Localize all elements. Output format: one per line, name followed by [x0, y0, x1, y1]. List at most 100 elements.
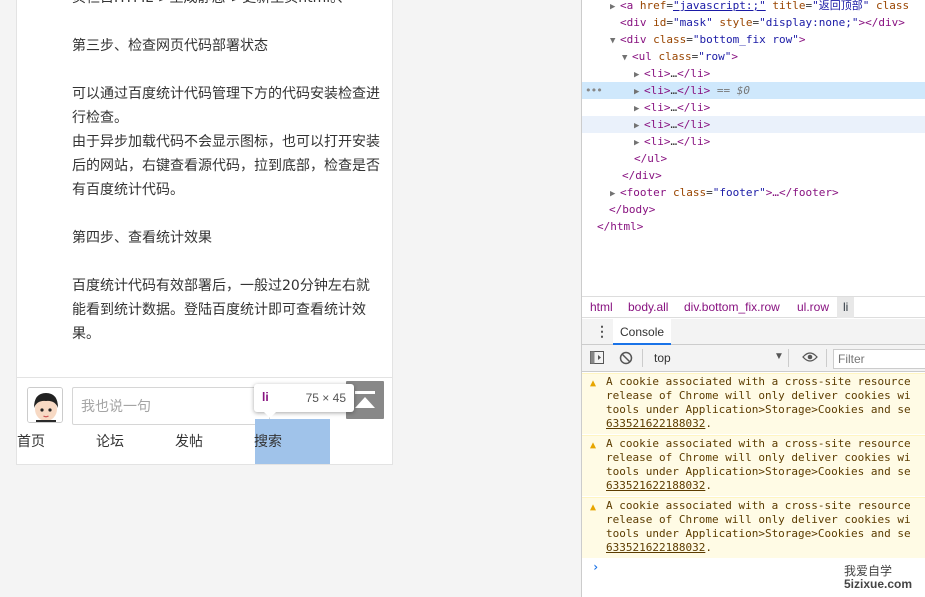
warning-text: . — [705, 417, 712, 430]
console-warning: ▲ A cookie associated with a cross-site … — [582, 497, 925, 558]
breadcrumb-body[interactable]: body.all — [628, 297, 668, 318]
warning-icon: ▲ — [590, 440, 597, 451]
dom-node-ul[interactable]: ▼ <ul class="row"> — [582, 48, 925, 65]
warning-text: A cookie associated with a cross-site re… — [606, 499, 911, 512]
nav-search[interactable]: 搜索 — [254, 419, 282, 464]
dom-close-div[interactable]: </div> — [582, 167, 925, 184]
dom-tag: <li> — [644, 101, 671, 114]
dom-tag: <div — [620, 33, 647, 46]
warning-text: release of Chrome will only deliver cook… — [606, 389, 911, 402]
warning-link[interactable]: 633521622188032 — [606, 479, 705, 492]
dom-tag: <div — [620, 16, 647, 29]
attr-name: class — [672, 186, 707, 199]
attr-value: "返回顶部" — [812, 0, 870, 12]
attr-value: "bottom_fix row" — [692, 33, 799, 46]
warning-link[interactable]: 633521622188032 — [606, 417, 705, 430]
sidebar-toggle-icon[interactable] — [590, 351, 604, 367]
dom-tag: </li> — [677, 135, 711, 148]
dom-tag: </html> — [597, 220, 644, 233]
clear-console-icon[interactable] — [619, 351, 633, 368]
warning-link[interactable]: 633521622188032 — [606, 541, 705, 554]
tooltip-arrow — [264, 412, 276, 418]
toolbar-divider — [826, 349, 827, 367]
dom-tag: <li> — [644, 118, 671, 131]
dom-tag: <li> — [644, 84, 671, 97]
bottom-nav: 首页 论坛 发帖 搜索 — [17, 419, 392, 464]
dom-tag: </li> — [677, 84, 711, 97]
console-filter-input[interactable] — [833, 349, 925, 369]
drawer-menu-icon[interactable]: ⋮ — [595, 323, 609, 340]
dom-node-footer[interactable]: ▶ <footer class="footer">…</footer> — [582, 184, 925, 201]
toolbar-divider — [642, 349, 643, 367]
avatar-face-icon — [28, 388, 62, 422]
dom-tag: > — [798, 33, 806, 46]
attr-name: title — [772, 0, 806, 12]
warning-text: release of Chrome will only deliver cook… — [606, 513, 911, 526]
breadcrumb-html[interactable]: html — [590, 297, 613, 318]
warning-text: tools under Application>Storage>Cookies … — [606, 527, 911, 540]
dom-tag: > — [731, 50, 738, 63]
nav-forum[interactable]: 论坛 — [96, 419, 124, 464]
dom-node-li[interactable]: ▶ <li>…</li> — [582, 99, 925, 116]
attr-name: class — [875, 0, 910, 12]
attr-name: style — [719, 16, 753, 29]
dom-node-li[interactable]: ▶ <li>…</li> — [582, 65, 925, 82]
avatar[interactable] — [27, 387, 63, 423]
dom-close-body[interactable]: </body> — [582, 201, 925, 218]
attr-name: href — [639, 0, 667, 12]
drawer-tabbar: ⋮ Console — [582, 319, 925, 345]
tab-console[interactable]: Console — [613, 319, 672, 345]
warning-text: A cookie associated with a cross-site re… — [606, 375, 911, 388]
warning-text: . — [705, 541, 712, 554]
dom-node-li[interactable]: ▶ <li>…</li> — [582, 133, 925, 150]
article-paragraph: 可以通过百度统计代码管理下方的代码安装检查进行检查。 — [72, 86, 380, 126]
dom-tag: <ul — [632, 50, 652, 63]
dom-tag: </ul> — [634, 152, 668, 165]
attr-value: "row" — [698, 50, 732, 63]
dom-node-bottom-fix[interactable]: ▼ <div class="bottom_fix row"> — [582, 31, 925, 48]
dom-tag: <a — [620, 0, 634, 12]
warning-icon: ▲ — [590, 378, 597, 389]
console-warning: ▲ A cookie associated with a cross-site … — [582, 435, 925, 496]
article-paragraph: 由于异步加载代码不会显示图标，也可以打开安装后的网站，右键查看源代码，拉到底部，… — [72, 134, 380, 198]
warning-text: A cookie associated with a cross-site re… — [606, 437, 911, 450]
nav-post[interactable]: 发帖 — [175, 419, 203, 464]
console-toolbar: top ▼ — [582, 345, 925, 372]
eye-icon[interactable] — [802, 351, 818, 366]
console-prompt[interactable]: › — [592, 560, 599, 574]
more-options-icon[interactable]: ••• — [585, 82, 603, 99]
warning-text: release of Chrome will only deliver cook… — [606, 451, 911, 464]
breadcrumb-div[interactable]: div.bottom_fix.row — [684, 297, 780, 318]
attr-name: class — [653, 33, 687, 46]
dom-node-a[interactable]: ▶ <a href="javascript:;" title="返回顶部" cla… — [582, 0, 925, 14]
breadcrumb-li[interactable]: li — [837, 297, 855, 318]
context-selector[interactable]: top — [654, 351, 671, 365]
tooltip-size: 75 × 45 — [305, 391, 346, 405]
breadcrumb-ul[interactable]: ul.row — [797, 297, 829, 318]
dom-node-li-hovered[interactable]: ▶ <li>…</li> — [582, 116, 925, 133]
dom-tag: </li> — [677, 101, 711, 114]
dom-tag: >…</footer> — [765, 186, 839, 199]
dom-tag: </li> — [677, 118, 711, 131]
dom-node-li-selected[interactable]: ••• ▶ <li>…</li> == $0 — [582, 82, 925, 99]
dom-tag: ></div> — [858, 16, 905, 29]
warning-icon: ▲ — [590, 502, 597, 513]
selected-marker: == $0 — [716, 84, 750, 97]
attr-name: id — [653, 16, 667, 29]
dom-node-mask[interactable]: <div id="mask" style="display:none;"></d… — [582, 14, 925, 31]
warning-text: tools under Application>Storage>Cookies … — [606, 465, 911, 478]
warning-text: tools under Application>Storage>Cookies … — [606, 403, 911, 416]
devtools-panel: ▶ <a href="javascript:;" title="返回顶部" cla… — [581, 0, 925, 597]
dom-close-html[interactable]: </html> — [582, 218, 925, 235]
tooltip-tag: li — [262, 390, 269, 404]
chevron-down-icon[interactable]: ▼ — [774, 351, 784, 362]
article-paragraph: 百度统计代码有效部署后，一般过20分钟左右就能看到统计数据。登陆百度统计即可查看… — [72, 278, 370, 342]
dom-tag: <footer — [620, 186, 667, 199]
nav-home[interactable]: 首页 — [17, 419, 45, 464]
article-fragment: 页栏目HTML->生成静态->更新主页html。、 — [72, 0, 382, 10]
step3-heading: 第三步、检查网页代码部署状态 — [72, 38, 268, 54]
dom-close-ul[interactable]: </ul> — [582, 150, 925, 167]
console-warning: ▲ A cookie associated with a cross-site … — [582, 373, 925, 434]
step4-heading: 第四步、查看统计效果 — [72, 230, 212, 246]
watermark-url: 5izixue.com — [844, 577, 913, 591]
